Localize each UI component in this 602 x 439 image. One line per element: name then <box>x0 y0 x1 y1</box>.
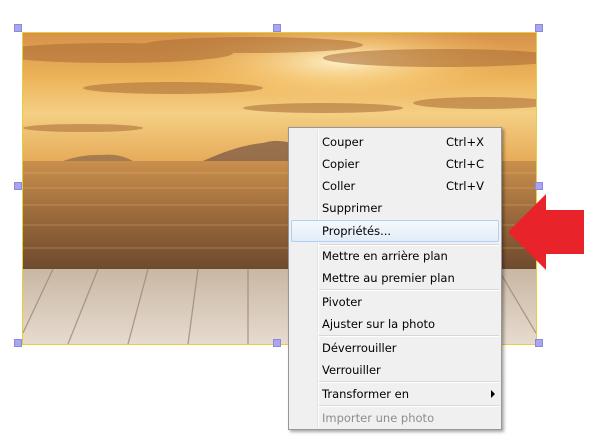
resize-handle-bottom-right[interactable] <box>535 339 543 347</box>
resize-handle-left[interactable] <box>14 182 22 190</box>
menu-item-import-photo: Importer une photo <box>291 407 499 429</box>
menu-item-send-to-back[interactable]: Mettre en arrière plan <box>291 245 499 267</box>
menu-item-shortcut: Ctrl+C <box>445 157 484 171</box>
menu-item-label: Ajuster sur la photo <box>322 317 436 331</box>
context-menu: Couper Ctrl+X Copier Ctrl+C Coller Ctrl+… <box>288 127 502 430</box>
menu-item-label: Déverrouiller <box>322 341 397 355</box>
resize-handle-bottom[interactable] <box>273 339 281 347</box>
menu-item-label: Transformer en <box>322 387 410 401</box>
menu-item-shortcut: Ctrl+X <box>446 135 484 149</box>
menu-item-copy[interactable]: Copier Ctrl+C <box>291 153 499 175</box>
menu-item-label: Pivoter <box>322 295 363 309</box>
resize-handle-bottom-left[interactable] <box>14 339 22 347</box>
resize-handle-right[interactable] <box>535 182 543 190</box>
resize-handle-top-left[interactable] <box>14 24 22 32</box>
menu-item-label: Supprimer <box>322 201 383 215</box>
resize-handle-top-right[interactable] <box>535 24 543 32</box>
menu-item-properties[interactable]: Propriétés... <box>291 220 499 242</box>
menu-item-cut[interactable]: Couper Ctrl+X <box>291 131 499 153</box>
submenu-arrow-icon <box>491 390 495 398</box>
menu-item-delete[interactable]: Supprimer <box>291 197 499 219</box>
menu-item-fit-to-photo[interactable]: Ajuster sur la photo <box>291 313 499 335</box>
menu-item-label: Propriétés... <box>322 224 392 238</box>
menu-item-paste[interactable]: Coller Ctrl+V <box>291 175 499 197</box>
resize-handle-top[interactable] <box>273 24 281 32</box>
menu-item-label: Mettre en arrière plan <box>322 249 448 263</box>
menu-item-rotate[interactable]: Pivoter <box>291 291 499 313</box>
red-arrow-left-icon <box>508 194 584 270</box>
menu-item-label: Copier <box>322 157 360 171</box>
menu-item-unlock[interactable]: Déverrouiller <box>291 337 499 359</box>
menu-item-label: Verrouiller <box>322 363 381 377</box>
menu-item-shortcut: Ctrl+V <box>446 179 484 193</box>
menu-item-transform-to[interactable]: Transformer en <box>291 383 499 405</box>
menu-item-label: Couper <box>322 135 364 149</box>
menu-item-label: Importer une photo <box>322 411 435 425</box>
menu-item-label: Mettre au premier plan <box>322 271 455 285</box>
menu-item-lock[interactable]: Verrouiller <box>291 359 499 381</box>
menu-item-label: Coller <box>322 179 356 193</box>
menu-item-bring-to-front[interactable]: Mettre au premier plan <box>291 267 499 289</box>
